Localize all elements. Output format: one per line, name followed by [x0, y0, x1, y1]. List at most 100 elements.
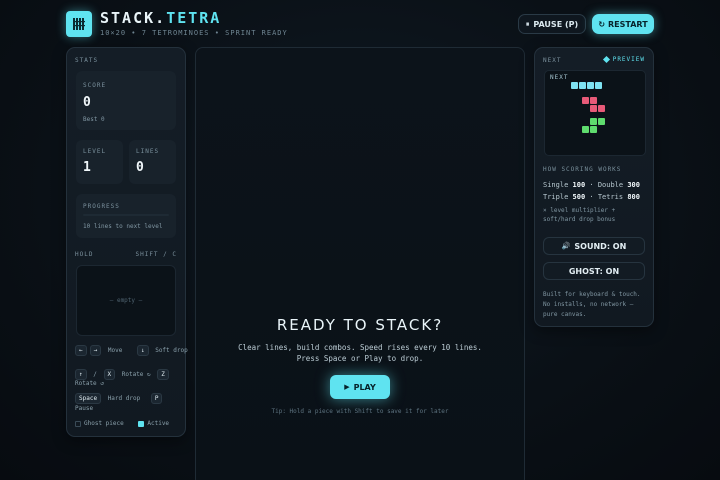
controls-rotate-row: ↑ / X Rotate ↻ Z — [75, 369, 172, 380]
ghost-toggle-button[interactable]: GHOST: ON — [543, 262, 645, 280]
game-board[interactable] — [195, 47, 525, 480]
app-title: STACK.TETRA — [100, 9, 222, 27]
progress-card: PROGRESS 10 lines to next level — [76, 194, 176, 238]
speaker-icon: 🔊 — [561, 242, 571, 250]
single-value: 100 — [572, 181, 586, 189]
level-card: LEVEL 1 — [76, 140, 123, 184]
score-value: 0 — [83, 95, 91, 110]
separator: · — [589, 181, 594, 189]
next-piece-block — [579, 82, 586, 89]
double-label: Double — [597, 181, 624, 189]
scoring-note: × level multiplier + soft/hard drop bonu… — [543, 207, 616, 223]
space-key: Space — [75, 393, 102, 404]
ghost-checkbox[interactable] — [75, 420, 81, 427]
hard-drop-label: Hard drop — [107, 395, 141, 402]
next-piece-block — [582, 126, 589, 133]
next-piece-block — [595, 82, 602, 89]
left-key: ← — [75, 345, 87, 356]
x-key: X — [103, 369, 116, 380]
p-key: P — [150, 393, 163, 404]
next-piece-block — [582, 97, 589, 104]
lines-card: LINES 0 — [129, 140, 176, 184]
controls-move-row: ← → Move ↓ Soft drop — [75, 345, 191, 356]
active-checkbox[interactable] — [138, 420, 145, 427]
scoring-row-1: Single 100 · Double 300 — [543, 181, 640, 189]
hold-label: HOLD — [75, 251, 94, 258]
controls-pause-row: Pause — [75, 405, 96, 412]
score-card: SCORE 0 Best 0 — [76, 71, 176, 130]
restart-icon: ↻ — [598, 19, 606, 29]
active-label: Active — [147, 420, 170, 427]
hold-empty-text: — empty — — [109, 297, 143, 304]
hold-hotkey: SHIFT / C — [135, 251, 177, 258]
next-piece-block — [587, 82, 594, 89]
double-value: 300 — [627, 181, 640, 189]
next-piece-block — [590, 105, 597, 112]
tetris-value: 800 — [627, 193, 640, 201]
single-label: Single — [543, 181, 569, 189]
ghost-label: GHOST: ON — [568, 266, 620, 276]
next-panel: NEXT PREVIEW NEXT HOW SCORING WORKS Sing… — [534, 47, 654, 327]
preview-label: PREVIEW — [612, 56, 645, 63]
restart-label: RESTART — [608, 19, 648, 29]
triple-value: 500 — [572, 193, 586, 201]
next-piece-z — [582, 97, 605, 112]
pause-icon: ⏸ — [525, 19, 530, 28]
next-preview-box: NEXT — [544, 70, 646, 156]
next-piece-block — [590, 118, 597, 125]
right-key: → — [89, 345, 102, 356]
diamond-icon — [602, 55, 610, 64]
up-key: ↑ — [75, 369, 87, 380]
overlay-line-1: Clear lines, build combos. Speed rises e… — [238, 343, 482, 352]
next-piece-s — [582, 118, 605, 133]
controls-rotate-ccw-row: Rotate ↺ — [75, 380, 107, 387]
next-piece-i — [571, 82, 602, 89]
overlay-line-2: Press Space or Play to drop. — [296, 354, 424, 363]
play-label: PLAY — [353, 382, 376, 392]
scoring-row-2: Triple 500 · Tetris 800 — [543, 193, 640, 201]
progress-bar — [83, 214, 169, 216]
sound-toggle-button[interactable]: 🔊 SOUND: ON — [543, 237, 645, 255]
separator: · — [589, 193, 594, 201]
pause-control-label: Pause — [75, 405, 94, 412]
next-piece-block — [590, 126, 597, 133]
move-label: Move — [107, 347, 123, 354]
controls-drop-row: Space Hard drop P — [75, 393, 165, 404]
hold-slot[interactable]: — empty — — [76, 265, 176, 336]
restart-button[interactable]: ↻ RESTART — [592, 14, 654, 34]
rotate-cw-label: Rotate ↻ — [121, 371, 151, 378]
overlay-title: READY TO STACK? — [276, 316, 444, 334]
logo-icon — [66, 11, 92, 37]
rotate-ccw-label: Rotate ↺ — [75, 380, 104, 387]
scoring-title: HOW SCORING WORKS — [543, 166, 622, 173]
slash-separator: / — [93, 371, 97, 378]
footer-note: Built for keyboard & touch. No installs,… — [543, 291, 641, 318]
play-icon: ▶ — [344, 383, 350, 391]
sound-label: SOUND: ON — [574, 241, 627, 251]
pause-label: PAUSE (P) — [533, 19, 579, 29]
preview-tag: PREVIEW — [602, 55, 645, 64]
lines-value: 0 — [136, 160, 144, 175]
app-subtitle: 10×20 • 7 TETROMINOES • SPRINT READY — [100, 29, 288, 37]
tip-text: Tip: Hold a piece with Shift to save it … — [271, 408, 449, 415]
progress-label: PROGRESS — [83, 203, 120, 210]
play-button[interactable]: ▶ PLAY — [330, 375, 390, 399]
level-label: LEVEL — [83, 148, 107, 155]
tetris-label: Tetris — [597, 193, 624, 201]
next-pieces-preview — [571, 82, 605, 133]
best-score: Best 0 — [83, 116, 105, 123]
stats-panel: STATS SCORE 0 Best 0 LEVEL 1 LINES 0 PRO… — [66, 47, 188, 437]
pause-button[interactable]: ⏸ PAUSE (P) — [518, 14, 586, 34]
down-key: ↓ — [136, 345, 149, 356]
next-piece-block — [590, 97, 597, 104]
next-piece-block — [598, 105, 605, 112]
triple-label: Triple — [543, 193, 569, 201]
z-key: Z — [157, 369, 169, 380]
progress-text: 10 lines to next level — [83, 223, 163, 230]
soft-drop-label: Soft drop — [155, 347, 188, 354]
next-piece-block — [571, 82, 578, 89]
stats-section-label: STATS — [75, 57, 99, 64]
ghost-toggle-row[interactable]: Ghost piece Active — [75, 420, 172, 427]
level-value: 1 — [83, 160, 91, 175]
ghost-toggle-label: Ghost piece — [84, 420, 124, 427]
